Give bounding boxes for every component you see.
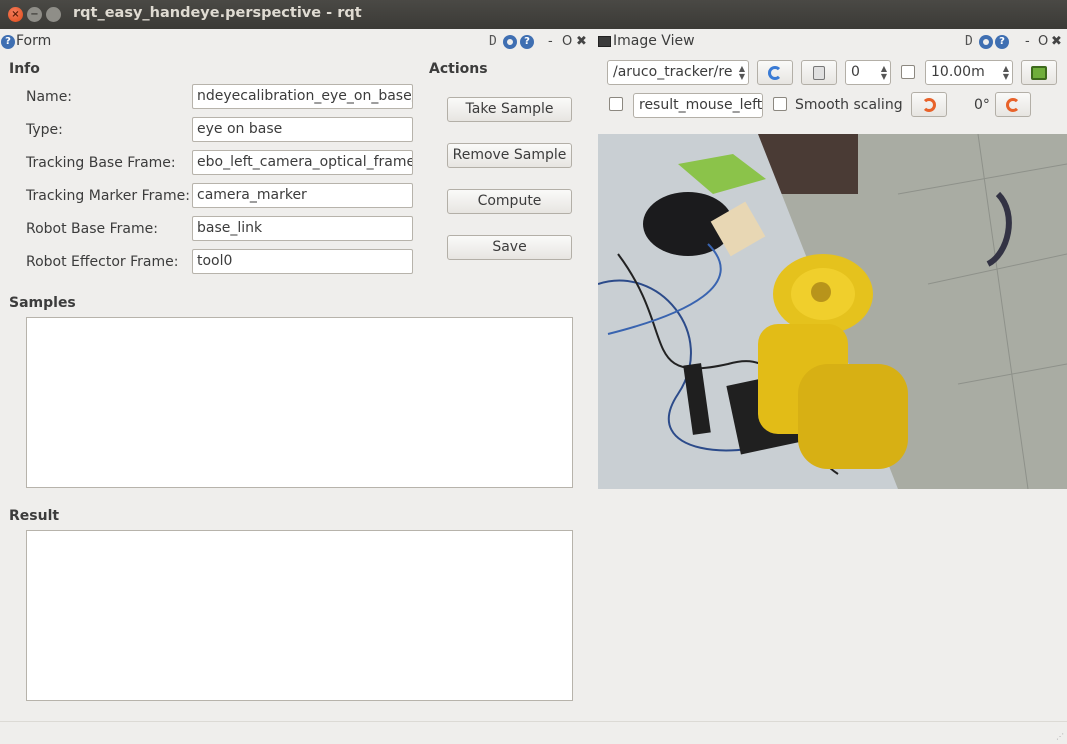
window-minimize-button[interactable]: −: [27, 7, 42, 22]
result-text[interactable]: [26, 530, 573, 701]
max-range-value: 10.00m: [931, 64, 985, 80]
status-bar: ⋰: [0, 721, 1067, 744]
dock-restore-button[interactable]: O: [1038, 34, 1048, 49]
spin-arrows-icon: ▲ ▼: [880, 64, 887, 81]
form-dock-header[interactable]: ? Form D ? - O ✖: [0, 29, 595, 55]
min-value-spinbox[interactable]: 0 ▲ ▼: [845, 60, 891, 85]
take-sample-button[interactable]: Take Sample: [447, 97, 572, 122]
rotation-value: 0°: [974, 97, 990, 113]
robot-effector-frame-label: Robot Effector Frame:: [26, 254, 179, 270]
smooth-scaling-checkbox[interactable]: [773, 97, 787, 111]
window-titlebar: × − rqt_easy_handeye.perspective - rqt: [0, 0, 1067, 29]
plugin-help-icon[interactable]: ?: [995, 35, 1009, 49]
dock-close-button[interactable]: ✖: [576, 34, 587, 49]
info-group-title: Info: [9, 61, 40, 77]
name-label: Name:: [26, 89, 73, 105]
actions-group-title: Actions: [429, 61, 488, 77]
help-icon[interactable]: ?: [1, 35, 15, 49]
plugin-help-icon[interactable]: ?: [520, 35, 534, 49]
dock-d-icon[interactable]: D: [489, 34, 497, 49]
rotate-left-icon: [922, 98, 936, 112]
mouse-topic-field[interactable]: result_mouse_left: [633, 93, 763, 118]
rotate-left-button[interactable]: [911, 92, 947, 117]
result-group-title: Result: [9, 508, 60, 524]
window-maximize-button[interactable]: [46, 7, 61, 22]
min-value: 0: [851, 64, 860, 80]
samples-group-title: Samples: [9, 295, 76, 311]
spin-arrows-icon: ▲ ▼: [1002, 64, 1009, 81]
window-close-button[interactable]: ×: [8, 7, 23, 22]
type-field[interactable]: eye on base: [192, 117, 413, 142]
tracking-marker-frame-field[interactable]: camera_marker: [192, 183, 413, 208]
dynamic-range-button[interactable]: [801, 60, 837, 85]
refresh-topics-button[interactable]: [757, 60, 793, 85]
name-field[interactable]: ndeyecalibration_eye_on_base/: [192, 84, 413, 109]
reload-icon[interactable]: [503, 35, 517, 49]
dock-minimize-button[interactable]: -: [1025, 34, 1030, 49]
robot-base-frame-field[interactable]: base_link: [192, 216, 413, 241]
tracking-base-frame-field[interactable]: ebo_left_camera_optical_frame: [192, 150, 413, 175]
save-button[interactable]: Save: [447, 235, 572, 260]
mouse-topic-value: result_mouse_left: [639, 97, 763, 113]
samples-list[interactable]: [26, 317, 573, 488]
robot-base-frame-label: Robot Base Frame:: [26, 221, 158, 237]
camera-image[interactable]: [598, 134, 1067, 489]
topic-select[interactable]: /aruco_tracker/re ▲ ▼: [607, 60, 749, 85]
camera-scene: [598, 134, 1067, 489]
image-dock-header[interactable]: Image View D ? - O ✖: [595, 29, 1067, 55]
refresh-icon: [768, 66, 782, 80]
image-dock-title: Image View: [613, 33, 695, 49]
dock-d-icon[interactable]: D: [965, 34, 973, 49]
dynamic-range-checkbox[interactable]: [901, 65, 915, 79]
type-label: Type:: [26, 122, 63, 138]
form-dock-title: Form: [16, 33, 52, 49]
dock-close-button[interactable]: ✖: [1051, 34, 1062, 49]
tracking-marker-frame-label: Tracking Marker Frame:: [26, 188, 190, 204]
combo-arrows-icon: ▲ ▼: [738, 64, 745, 81]
resize-grip-icon[interactable]: ⋰: [1056, 732, 1064, 741]
smooth-scaling-label: Smooth scaling: [795, 97, 903, 113]
monitor-icon: [598, 36, 611, 47]
tracking-base-frame-label: Tracking Base Frame:: [26, 155, 176, 171]
robot-effector-frame-field[interactable]: tool0: [192, 249, 413, 274]
max-range-spinbox[interactable]: 10.00m ▲ ▼: [925, 60, 1013, 85]
dock-minimize-button[interactable]: -: [548, 34, 553, 49]
rotate-right-icon: [1006, 98, 1020, 112]
rotate-right-button[interactable]: [995, 92, 1031, 117]
topic-select-value: /aruco_tracker/re: [613, 64, 733, 80]
remove-sample-button[interactable]: Remove Sample: [447, 143, 572, 168]
save-image-button[interactable]: [1021, 60, 1057, 85]
dial-icon: [813, 66, 825, 80]
publish-mouse-checkbox[interactable]: [609, 97, 623, 111]
reload-icon[interactable]: [979, 35, 993, 49]
save-image-icon: [1031, 66, 1047, 80]
compute-button[interactable]: Compute: [447, 189, 572, 214]
window-title: rqt_easy_handeye.perspective - rqt: [73, 5, 362, 21]
dock-restore-button[interactable]: O: [562, 34, 572, 49]
